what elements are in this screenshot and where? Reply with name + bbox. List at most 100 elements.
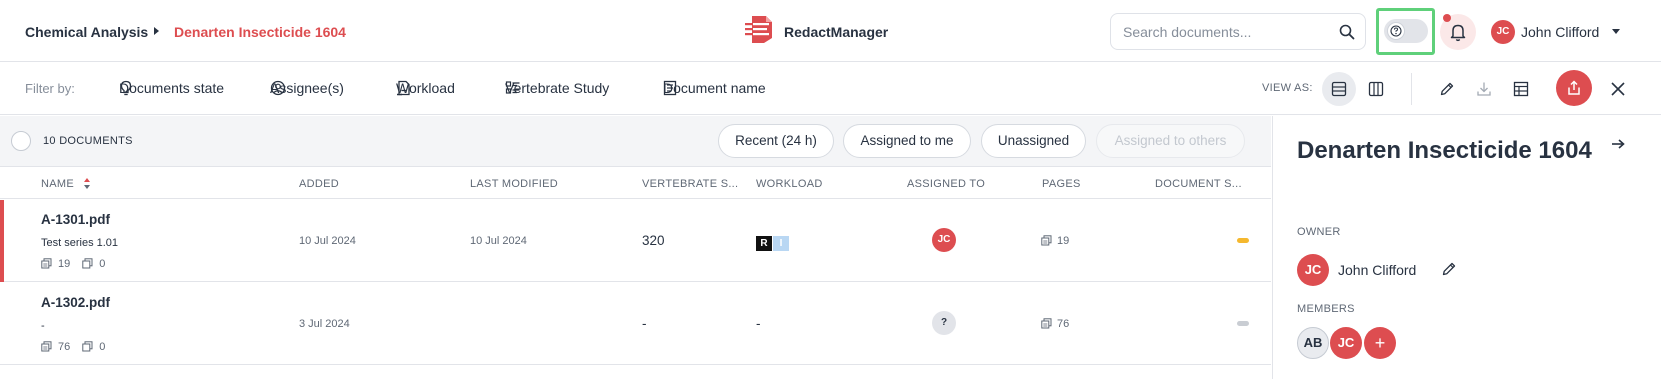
help-mode-toggle[interactable] [1384, 19, 1428, 43]
table-settings-button[interactable] [1504, 72, 1538, 106]
arrow-right-icon[interactable] [1611, 138, 1625, 150]
vertebrate-value: - [642, 316, 647, 331]
search-icon[interactable] [1339, 24, 1355, 40]
quick-filter-assigned-to-others[interactable]: Assigned to others [1096, 124, 1245, 158]
workload-badge-r: R [756, 236, 772, 251]
breadcrumb-dossier[interactable]: Denarten Insecticide 1604 [174, 24, 346, 40]
download-button[interactable] [1467, 72, 1501, 106]
user-circle-icon [270, 80, 286, 96]
owner-label: OWNER [1297, 226, 1341, 238]
notification-dot [1443, 14, 1451, 22]
add-member-button[interactable]: + [1364, 327, 1396, 359]
document-edit-icon [396, 80, 412, 96]
column-name[interactable]: NAME [41, 178, 74, 190]
dossier-title: Denarten Insecticide 1604 [1297, 137, 1592, 164]
pages-icon [1041, 318, 1052, 329]
list-view-icon [1331, 81, 1347, 97]
list-icon [505, 80, 521, 96]
column-workload[interactable]: WORKLOAD [756, 178, 823, 190]
filter-bar: Filter by: Documents state Assignee(s) W… [0, 63, 1661, 115]
assignee-avatar[interactable]: JC [932, 228, 956, 252]
select-all-checkbox[interactable] [11, 131, 31, 151]
file-subtitle: - [41, 320, 45, 332]
date-modified: 10 Jul 2024 [470, 235, 527, 247]
column-pages[interactable]: PAGES [1042, 178, 1081, 190]
search-input[interactable] [1123, 22, 1333, 42]
column-last-modified[interactable]: LAST MODIFIED [470, 178, 558, 190]
document-count: 10 DOCUMENTS [43, 135, 133, 147]
copies-count: 0 [99, 258, 106, 270]
table-header: NAME ADDED LAST MODIFIED VERTEBRATE S...… [0, 168, 1271, 199]
board-view-icon [1368, 81, 1384, 97]
app-name: RedactManager [784, 24, 889, 40]
member-avatar[interactable]: JC [1330, 327, 1362, 359]
table-row[interactable]: A-1302.pdf - 76 0 3 Jul 2024 - - ? 76 [0, 283, 1271, 365]
breadcrumb-project[interactable]: Chemical Analysis [25, 24, 148, 40]
member-avatar[interactable]: AB [1297, 327, 1329, 359]
pages-cell: 19 [1041, 235, 1069, 247]
row-selected-marker [0, 200, 4, 282]
members-label: MEMBERS [1297, 303, 1355, 315]
filter-vertebrate-study[interactable]: Vertebrate Study [485, 80, 609, 96]
help-icon [1390, 25, 1402, 37]
file-subtitle: Test series 1.01 [41, 237, 119, 249]
column-document-state[interactable]: DOCUMENT S... [1155, 178, 1242, 190]
search-box [1110, 13, 1366, 50]
vertebrate-value: 320 [642, 233, 665, 248]
filter-document-name[interactable]: Document name [643, 80, 766, 96]
filter-label-text: Document name [663, 80, 766, 96]
assignee-avatar-unassigned[interactable]: ? [932, 311, 956, 335]
copies-icon [82, 258, 93, 269]
file-stats: 76 0 [41, 341, 105, 353]
toggle-knob [1387, 22, 1405, 40]
column-vertebrate-study[interactable]: VERTEBRATE S... [642, 178, 738, 190]
sort-icon[interactable] [83, 177, 91, 190]
quick-filter-unassigned[interactable]: Unassigned [981, 124, 1086, 158]
top-bar: Chemical Analysis Denarten Insecticide 1… [0, 0, 1661, 62]
share-icon [1568, 80, 1580, 95]
download-icon [1477, 82, 1491, 96]
view-board-button[interactable] [1359, 72, 1393, 106]
filter-documents-state[interactable]: Documents state [99, 80, 224, 96]
document-state-indicator [1237, 321, 1249, 326]
quick-filter-assigned-to-me[interactable]: Assigned to me [843, 124, 971, 158]
copies-icon [82, 341, 93, 352]
table-row[interactable]: A-1301.pdf Test series 1.01 19 0 10 Jul 2… [0, 200, 1271, 282]
app-logo-icon [744, 14, 776, 44]
date-added: 3 Jul 2024 [299, 318, 350, 330]
file-name[interactable]: A-1302.pdf [41, 295, 110, 310]
file-stats: 19 0 [41, 258, 105, 270]
close-icon [1611, 82, 1625, 96]
quick-filter-recent[interactable]: Recent (24 h) [718, 124, 834, 158]
file-name[interactable]: A-1301.pdf [41, 212, 110, 227]
toolbar-divider [1411, 73, 1412, 105]
export-button[interactable] [1556, 70, 1592, 106]
view-list-button[interactable] [1322, 72, 1356, 106]
filter-label: Filter by: [25, 81, 75, 96]
column-added[interactable]: ADDED [299, 178, 339, 190]
lightbulb-icon [119, 80, 133, 96]
column-assigned-to[interactable]: ASSIGNED TO [907, 178, 985, 190]
date-added: 10 Jul 2024 [299, 235, 356, 247]
workload-badges: RI [756, 234, 790, 251]
filter-workload[interactable]: Workload [376, 80, 455, 96]
filter-assignees[interactable]: Assignee(s) [250, 80, 344, 96]
view-as-label: VIEW AS: [1262, 82, 1313, 94]
close-button[interactable] [1601, 72, 1635, 106]
pencil-icon [1440, 82, 1454, 96]
user-name[interactable]: John Clifford [1521, 24, 1599, 40]
pencil-icon[interactable] [1441, 261, 1457, 277]
table-icon [1513, 81, 1529, 97]
workload-badge-i: I [773, 236, 789, 251]
pages-cell: 76 [1041, 318, 1069, 330]
owner-avatar: JC [1297, 254, 1329, 286]
document-state-indicator [1237, 238, 1249, 243]
page-count: 19 [58, 258, 71, 270]
copies-count: 0 [99, 341, 106, 353]
page-count: 76 [1057, 318, 1070, 330]
owner-name: John Clifford [1338, 262, 1417, 278]
edit-dossier-button[interactable] [1430, 72, 1464, 106]
pages-icon [1041, 235, 1052, 246]
user-avatar[interactable]: JC [1491, 20, 1515, 44]
chevron-down-icon[interactable] [1612, 29, 1620, 34]
